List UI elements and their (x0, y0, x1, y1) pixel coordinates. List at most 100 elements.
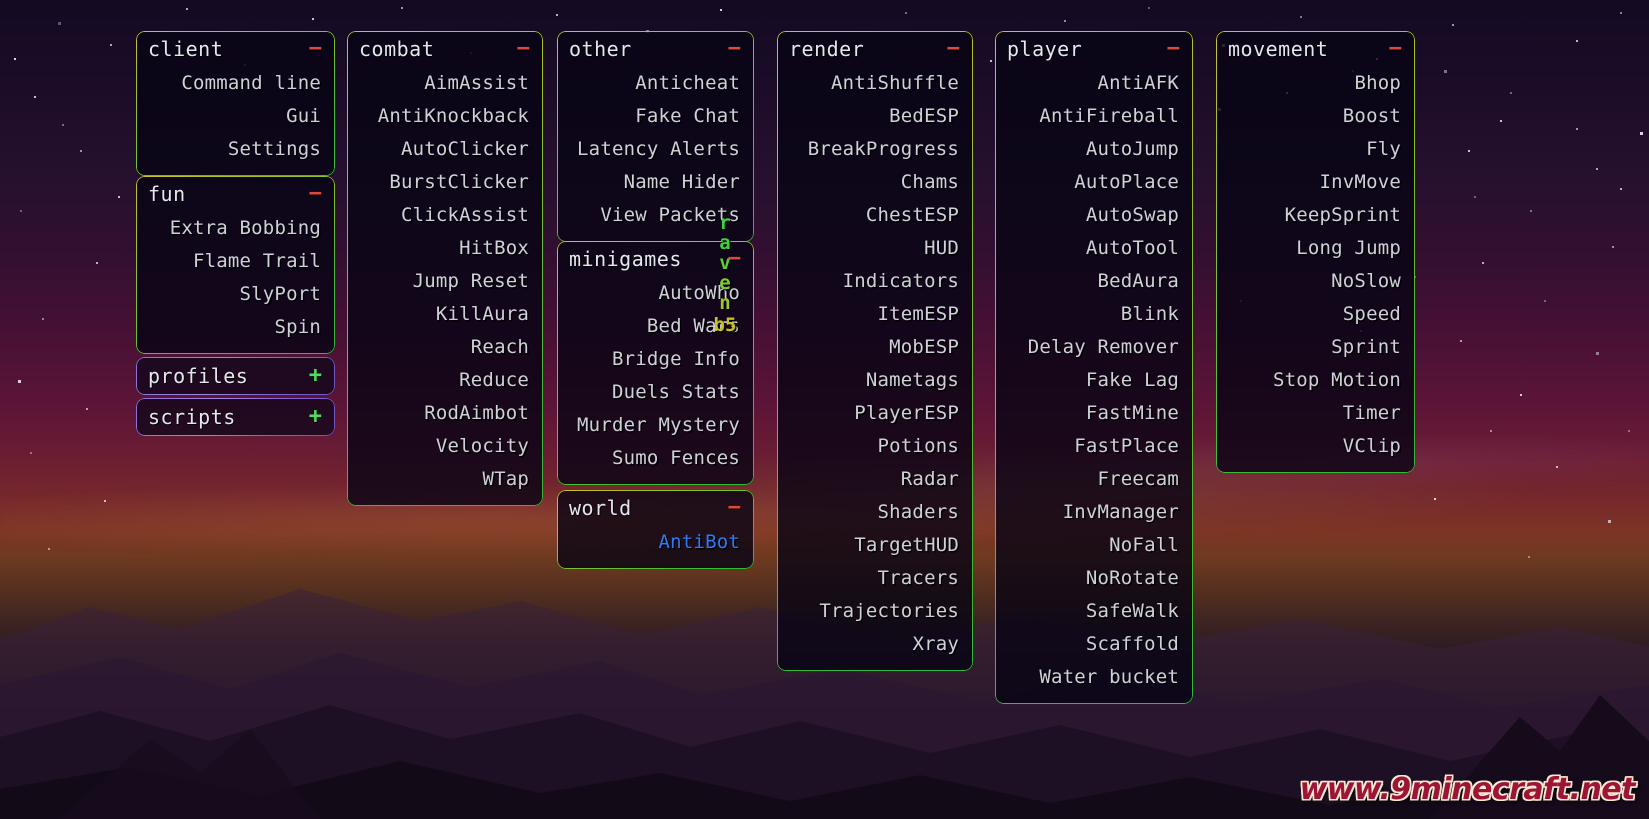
module-item[interactable]: View Packets (567, 199, 740, 232)
module-item[interactable]: Jump Reset (357, 265, 529, 298)
module-item[interactable]: Nametags (787, 364, 959, 397)
module-item[interactable]: Blink (1005, 298, 1179, 331)
module-item[interactable]: Bridge Info (567, 343, 740, 376)
module-item[interactable]: ItemESP (787, 298, 959, 331)
panel-fun[interactable]: fun − Extra Bobbing Flame Trail SlyPort Spi… (136, 176, 335, 354)
module-item[interactable]: Potions (787, 430, 959, 463)
panel-scripts[interactable]: scripts + (136, 398, 335, 436)
module-item[interactable]: AntiBot (567, 526, 740, 559)
minimize-icon[interactable]: − (1389, 38, 1402, 60)
panel-header-render[interactable]: render − (777, 31, 973, 67)
module-item[interactable]: Sprint (1226, 331, 1401, 364)
panel-header-scripts[interactable]: scripts + (136, 398, 335, 436)
module-item[interactable]: Water bucket (1005, 661, 1179, 694)
expand-icon[interactable]: + (309, 406, 322, 428)
panel-client[interactable]: client − Command line Gui Settings (136, 31, 335, 176)
module-item[interactable]: Latency Alerts (567, 133, 740, 166)
module-item[interactable]: AntiShuffle (787, 67, 959, 100)
module-item[interactable]: Anticheat (567, 67, 740, 100)
module-item[interactable]: Stop Motion (1226, 364, 1401, 397)
module-item[interactable]: Fake Lag (1005, 364, 1179, 397)
module-item[interactable]: Murder Mystery (567, 409, 740, 442)
minimize-icon[interactable]: − (309, 38, 322, 60)
module-item[interactable]: NoRotate (1005, 562, 1179, 595)
module-item[interactable]: AutoWho (567, 277, 740, 310)
module-item[interactable]: RodAimbot (357, 397, 529, 430)
module-item[interactable]: ChestESP (787, 199, 959, 232)
panel-other[interactable]: other − Anticheat Fake Chat Latency Alerts… (557, 31, 754, 242)
module-item[interactable]: BedAura (1005, 265, 1179, 298)
module-item[interactable]: InvManager (1005, 496, 1179, 529)
panel-player[interactable]: player − AntiAFK AntiFireball AutoJump Auto… (995, 31, 1193, 704)
module-item[interactable]: BedESP (787, 100, 959, 133)
module-item[interactable]: AutoSwap (1005, 199, 1179, 232)
module-item[interactable]: TargetHUD (787, 529, 959, 562)
module-item[interactable]: Indicators (787, 265, 959, 298)
panel-render[interactable]: render − AntiShuffle BedESP BreakProgress C… (777, 31, 973, 671)
module-item[interactable]: NoFall (1005, 529, 1179, 562)
panel-header-fun[interactable]: fun − (136, 176, 335, 212)
module-item[interactable]: Reach (357, 331, 529, 364)
module-item[interactable]: Bhop (1226, 67, 1401, 100)
panel-header-client[interactable]: client − (136, 31, 335, 67)
module-item[interactable]: Trajectories (787, 595, 959, 628)
expand-icon[interactable]: + (309, 365, 322, 387)
module-item[interactable]: Chams (787, 166, 959, 199)
minimize-icon[interactable]: − (1167, 38, 1180, 60)
module-item[interactable]: Settings (146, 133, 321, 166)
panel-combat[interactable]: combat − AimAssist AntiKnockback AutoClick… (347, 31, 543, 506)
module-item[interactable]: Reduce (357, 364, 529, 397)
module-item[interactable]: Boost (1226, 100, 1401, 133)
panel-minigames[interactable]: minigames − AutoWho Bed Wars Bridge Info Du… (557, 241, 754, 485)
module-item[interactable]: VClip (1226, 430, 1401, 463)
panel-profiles[interactable]: profiles + (136, 357, 335, 395)
module-item[interactable]: Extra Bobbing (146, 212, 321, 245)
module-item[interactable]: Long Jump (1226, 232, 1401, 265)
module-item[interactable]: AntiKnockback (357, 100, 529, 133)
module-item[interactable]: AutoPlace (1005, 166, 1179, 199)
panel-header-profiles[interactable]: profiles + (136, 357, 335, 395)
module-item[interactable]: AutoTool (1005, 232, 1179, 265)
module-item[interactable]: AimAssist (357, 67, 529, 100)
minimize-icon[interactable]: − (947, 38, 960, 60)
module-item[interactable]: Fake Chat (567, 100, 740, 133)
module-item[interactable]: NoSlow (1226, 265, 1401, 298)
module-item[interactable]: ClickAssist (357, 199, 529, 232)
module-item[interactable]: AutoClicker (357, 133, 529, 166)
panel-header-world[interactable]: world − (557, 490, 754, 526)
panel-world[interactable]: world − AntiBot (557, 490, 754, 569)
panel-header-player[interactable]: player − (995, 31, 1193, 67)
module-item[interactable]: HitBox (357, 232, 529, 265)
panel-header-movement[interactable]: movement − (1216, 31, 1415, 67)
module-item[interactable]: SlyPort (146, 278, 321, 311)
module-item[interactable]: Xray (787, 628, 959, 661)
panel-header-combat[interactable]: combat − (347, 31, 543, 67)
panel-header-other[interactable]: other − (557, 31, 754, 67)
module-item[interactable]: Duels Stats (567, 376, 740, 409)
module-item[interactable]: MobESP (787, 331, 959, 364)
module-item[interactable]: Flame Trail (146, 245, 321, 278)
module-item[interactable]: Command line (146, 67, 321, 100)
module-item[interactable]: Spin (146, 311, 321, 344)
module-item[interactable]: InvMove (1226, 166, 1401, 199)
module-item[interactable]: SafeWalk (1005, 595, 1179, 628)
module-item[interactable]: AntiAFK (1005, 67, 1179, 100)
module-item[interactable]: Bed Wars (567, 310, 740, 343)
minimize-icon[interactable]: − (728, 38, 741, 60)
module-item[interactable]: HUD (787, 232, 959, 265)
module-item[interactable]: BreakProgress (787, 133, 959, 166)
module-item[interactable]: Gui (146, 100, 321, 133)
module-item[interactable]: Radar (787, 463, 959, 496)
minimize-icon[interactable]: − (728, 497, 741, 519)
module-item[interactable]: KillAura (357, 298, 529, 331)
module-item[interactable]: Sumo Fences (567, 442, 740, 475)
module-item[interactable]: Delay Remover (1005, 331, 1179, 364)
minimize-icon[interactable]: − (309, 183, 322, 205)
minimize-icon[interactable]: − (728, 248, 741, 270)
module-item[interactable]: Scaffold (1005, 628, 1179, 661)
module-item[interactable]: BurstClicker (357, 166, 529, 199)
module-item[interactable]: Name Hider (567, 166, 740, 199)
module-item[interactable]: Freecam (1005, 463, 1179, 496)
module-item[interactable]: KeepSprint (1226, 199, 1401, 232)
module-item[interactable]: Fly (1226, 133, 1401, 166)
